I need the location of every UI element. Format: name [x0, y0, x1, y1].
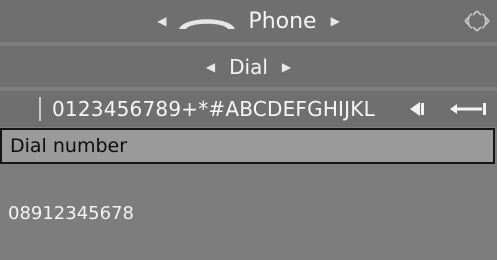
- next-arrow-icon[interactable]: ▶: [282, 60, 291, 74]
- move-arrows-icon[interactable]: [463, 9, 491, 33]
- dialed-number: 08912345678: [8, 203, 134, 224]
- speller-characters[interactable]: 0123456789+*#ABCDEFGHIJKL: [52, 91, 375, 127]
- dial-label: Dial: [229, 54, 268, 79]
- phone-title: Phone: [248, 8, 317, 34]
- screen: ◀ Phone ▶ ◀ Dial ▶ 0123456789+*#ABCDEFGH…: [0, 0, 497, 260]
- dial-number-label: Dial number: [10, 135, 128, 157]
- enter-icon[interactable]: [448, 101, 490, 117]
- next-arrow-icon[interactable]: ▶: [331, 14, 340, 28]
- dial-number-field[interactable]: Dial number: [0, 128, 495, 164]
- phone-header-row[interactable]: ◀ Phone ▶: [0, 0, 497, 42]
- delete-char-icon[interactable]: [406, 99, 428, 119]
- speller-row[interactable]: 0123456789+*#ABCDEFGHIJKL: [0, 91, 497, 127]
- previous-arrow-icon[interactable]: ◀: [206, 60, 215, 74]
- divider: [39, 97, 41, 121]
- dial-submenu-row[interactable]: ◀ Dial ▶: [0, 46, 497, 87]
- previous-arrow-icon[interactable]: ◀: [157, 14, 166, 28]
- handset-icon: [179, 19, 236, 29]
